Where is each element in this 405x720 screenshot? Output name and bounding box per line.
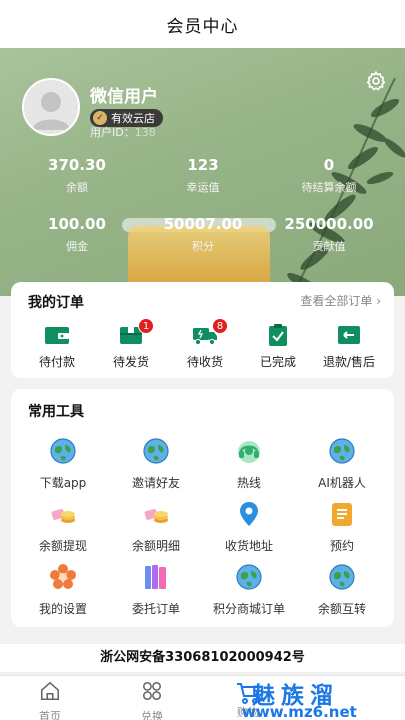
tool-label: 余额提现 — [38, 539, 87, 553]
tools-card: 常用工具 下载app 邀请好友 热线 AI机器人 余额提现 余额明细 收货地址 … — [11, 389, 394, 627]
tool-label: 余额明细 — [131, 539, 180, 553]
gear-icon[interactable] — [365, 70, 387, 92]
icp-filing-text[interactable]: 浙公网安备33068102000942号 — [0, 644, 405, 672]
stat-value: 123 — [187, 156, 219, 174]
view-all-label: 查看全部订单 — [300, 294, 373, 308]
tool-ai-robot[interactable]: AI机器人 — [297, 437, 387, 491]
my-orders-card: 我的订单 查看全部订单 › 待付款 1 待发货 8 待收货 已完成 退款/售后 — [11, 282, 394, 378]
tool-label: 余额互转 — [317, 602, 366, 616]
tool-label: 邀请好友 — [131, 476, 180, 490]
stat-label: 佣金 — [66, 240, 88, 253]
tools-title: 常用工具 — [28, 404, 84, 420]
user-id-label: 用户ID： — [90, 126, 135, 139]
tool-my-settings[interactable]: 我的设置 — [18, 563, 108, 617]
globe-icon — [142, 437, 170, 465]
user-id-value: 138 — [134, 126, 156, 139]
stat-value: 100.00 — [48, 215, 106, 233]
stat-contribution[interactable]: 250000.00 贡献值 — [274, 215, 384, 254]
globe-icon — [328, 437, 356, 465]
tab-label: 兑换 — [141, 710, 163, 720]
tool-label: 我的设置 — [38, 602, 87, 616]
order-label: 退款/售后 — [322, 355, 376, 369]
package-icon: 1 — [118, 318, 154, 346]
stat-label: 待结算余额 — [301, 181, 357, 194]
tool-label: 预约 — [329, 539, 354, 553]
stat-luck[interactable]: 123 幸运值 — [148, 156, 258, 195]
stat-commission[interactable]: 100.00 佣金 — [22, 215, 132, 254]
order-pending-payment[interactable]: 待付款 — [19, 324, 95, 370]
orders-title: 我的订单 — [28, 295, 84, 311]
tool-label: AI机器人 — [318, 476, 366, 490]
order-label: 待付款 — [38, 355, 75, 369]
stat-points[interactable]: 50007.00 积分 — [148, 215, 258, 254]
stat-label: 余额 — [66, 181, 88, 194]
page-title: 会员中心 — [166, 16, 239, 37]
stat-label: 贡献值 — [312, 240, 346, 253]
headset-icon — [235, 437, 263, 465]
order-pending-shipment[interactable]: 1 待发货 — [93, 318, 169, 370]
order-refund-aftersales[interactable]: 退款/售后 — [311, 324, 387, 370]
coins-icon — [49, 500, 77, 528]
truck-icon: 8 — [192, 318, 228, 346]
tab-exchange[interactable]: 兑换 — [117, 680, 187, 720]
order-pending-receipt[interactable]: 8 待收货 — [167, 318, 243, 370]
tool-invite-friends[interactable]: 邀请好友 — [111, 437, 201, 491]
color-books-icon — [142, 563, 170, 591]
flower-settings-icon — [49, 563, 77, 591]
username: 微信用户 — [90, 87, 158, 107]
stat-value: 370.30 — [48, 156, 106, 174]
notepad-icon — [328, 500, 356, 528]
tool-points-mall-orders[interactable]: 积分商城订单 — [204, 563, 294, 617]
stat-value: 0 — [323, 156, 335, 174]
globe-icon — [328, 563, 356, 591]
order-label: 待收货 — [186, 355, 223, 369]
tool-balance-details[interactable]: 余额明细 — [111, 500, 201, 554]
globe-icon — [235, 563, 263, 591]
location-pin-icon — [235, 500, 263, 528]
stat-label: 积分 — [192, 240, 214, 253]
clipboard-check-icon — [265, 324, 291, 346]
tool-label: 热线 — [236, 476, 261, 490]
tool-label: 积分商城订单 — [212, 602, 285, 616]
order-label: 待发货 — [112, 355, 149, 369]
globe-icon — [49, 437, 77, 465]
tool-label: 下载app — [39, 476, 87, 490]
grid-icon — [142, 681, 162, 701]
tool-entrusted-orders[interactable]: 委托订单 — [111, 563, 201, 617]
stat-label: 幸运值 — [186, 181, 220, 194]
stat-pending-balance[interactable]: 0 待结算余额 — [274, 156, 384, 195]
refund-icon — [336, 324, 362, 346]
verified-icon: ✓ — [93, 111, 107, 125]
site-watermark: 魅族溜 www.mz6.net — [232, 676, 402, 720]
wallet-icon — [44, 324, 70, 346]
home-icon — [40, 681, 60, 701]
coins-icon — [142, 500, 170, 528]
tool-download-app[interactable]: 下载app — [18, 437, 108, 491]
top-bar: 会员中心 — [0, 0, 405, 48]
user-id: 用户ID：138 — [90, 124, 156, 140]
tool-hotline[interactable]: 热线 — [204, 437, 294, 491]
view-all-orders-link[interactable]: 查看全部订单 › — [300, 292, 381, 309]
stat-value: 50007.00 — [163, 215, 243, 233]
tab-label: 首页 — [39, 710, 61, 720]
tool-label: 收货地址 — [224, 539, 273, 553]
notification-badge: 1 — [138, 318, 154, 334]
tool-shipping-address[interactable]: 收货地址 — [204, 500, 294, 554]
tool-label: 委托订单 — [131, 602, 180, 616]
watermark-url: www.mz6.net — [242, 703, 357, 720]
chevron-right-icon: › — [376, 294, 381, 308]
tab-home[interactable]: 首页 — [15, 680, 85, 720]
avatar[interactable] — [22, 78, 80, 136]
tool-balance-withdraw[interactable]: 余额提现 — [18, 500, 108, 554]
tool-balance-transfer[interactable]: 余额互转 — [297, 563, 387, 617]
stat-value: 250000.00 — [284, 215, 374, 233]
order-label: 已完成 — [259, 355, 296, 369]
notification-badge: 8 — [212, 318, 228, 334]
stat-balance[interactable]: 370.30 余额 — [22, 156, 132, 195]
tool-appointment[interactable]: 预约 — [297, 500, 387, 554]
order-completed[interactable]: 已完成 — [240, 324, 316, 370]
